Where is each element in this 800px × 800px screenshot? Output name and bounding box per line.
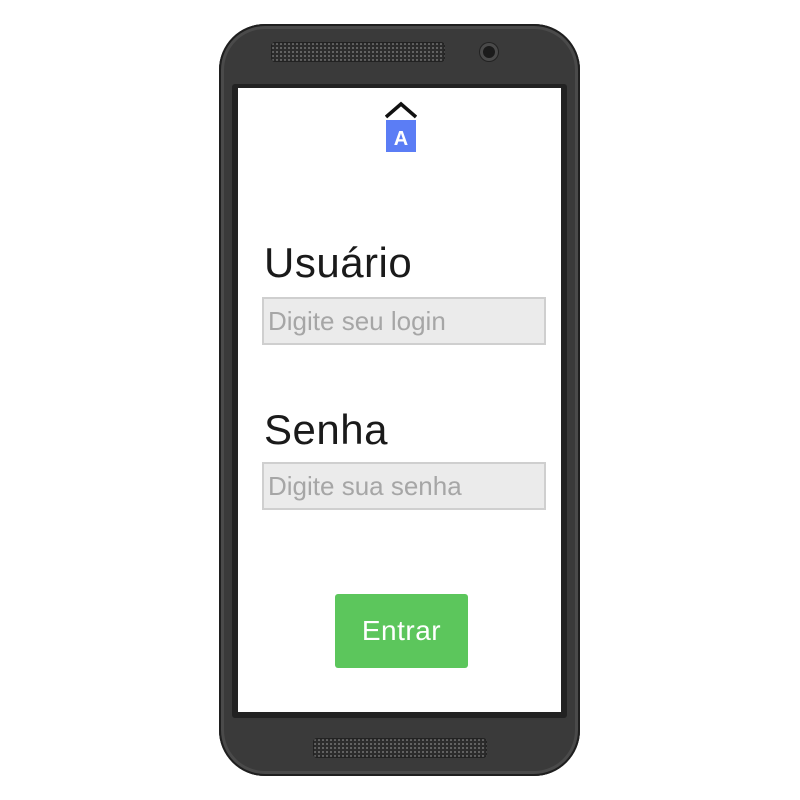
login-screen: A Usuário Senha Entrar: [238, 88, 561, 712]
front-camera: [480, 43, 498, 61]
login-button[interactable]: Entrar: [335, 594, 468, 668]
username-label: Usuário: [264, 239, 413, 286]
username-input[interactable]: [262, 297, 546, 345]
password-input[interactable]: [262, 462, 546, 510]
bottom-speaker: [313, 738, 487, 758]
password-label: Senha: [264, 406, 388, 453]
app-logo-icon: A: [385, 101, 417, 152]
earpiece-speaker: [271, 42, 445, 62]
app-logo-letter: A: [394, 128, 408, 150]
